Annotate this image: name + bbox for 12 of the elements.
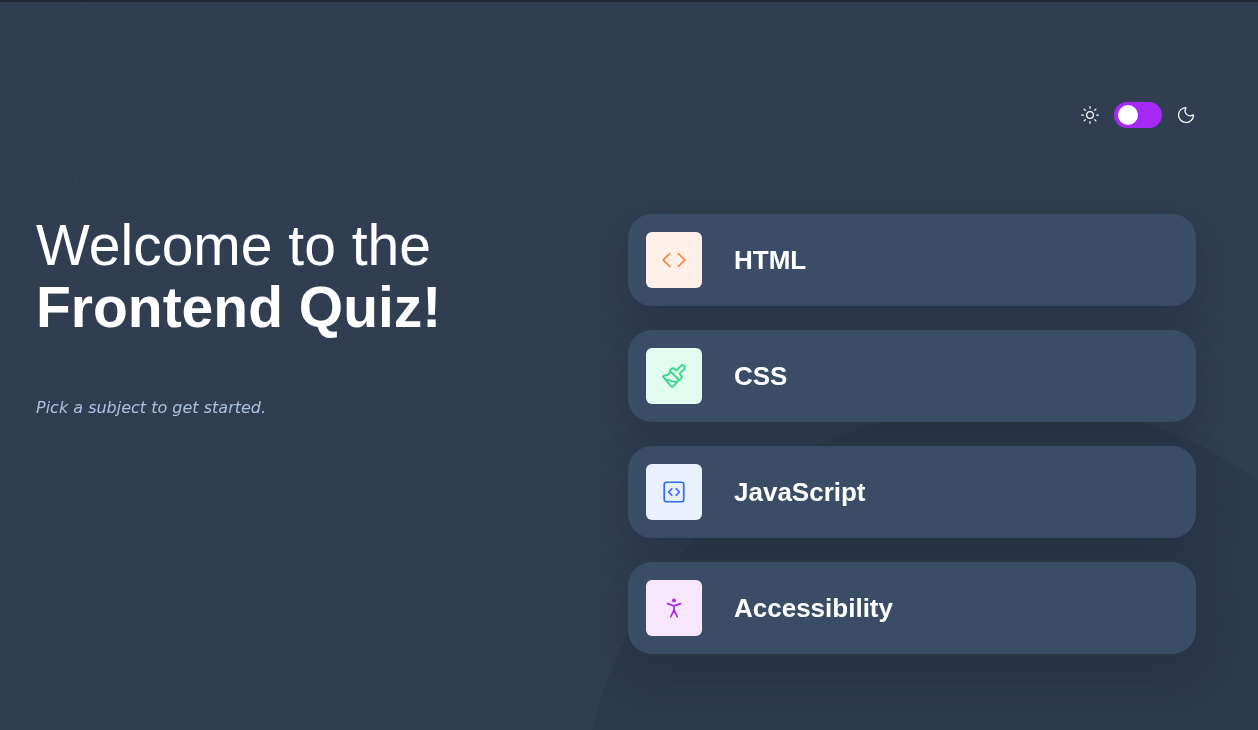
subject-button[interactable]: HTML — [628, 214, 1196, 306]
subject-button[interactable]: CSS — [628, 330, 1196, 422]
moon-icon — [1176, 105, 1196, 125]
subtitle: Pick a subject to get started. — [36, 398, 267, 417]
heading-light-line: Welcome to the — [36, 214, 431, 276]
theme-toggle[interactable] — [1114, 102, 1162, 128]
subject-button[interactable]: Accessibility — [628, 562, 1196, 654]
subject-button[interactable]: JavaScript — [628, 446, 1196, 538]
code-square-icon — [661, 479, 687, 505]
paintbrush-icon — [661, 363, 687, 389]
heading-bold-line: Frontend Quiz! — [36, 276, 442, 338]
sun-icon — [1080, 105, 1100, 125]
